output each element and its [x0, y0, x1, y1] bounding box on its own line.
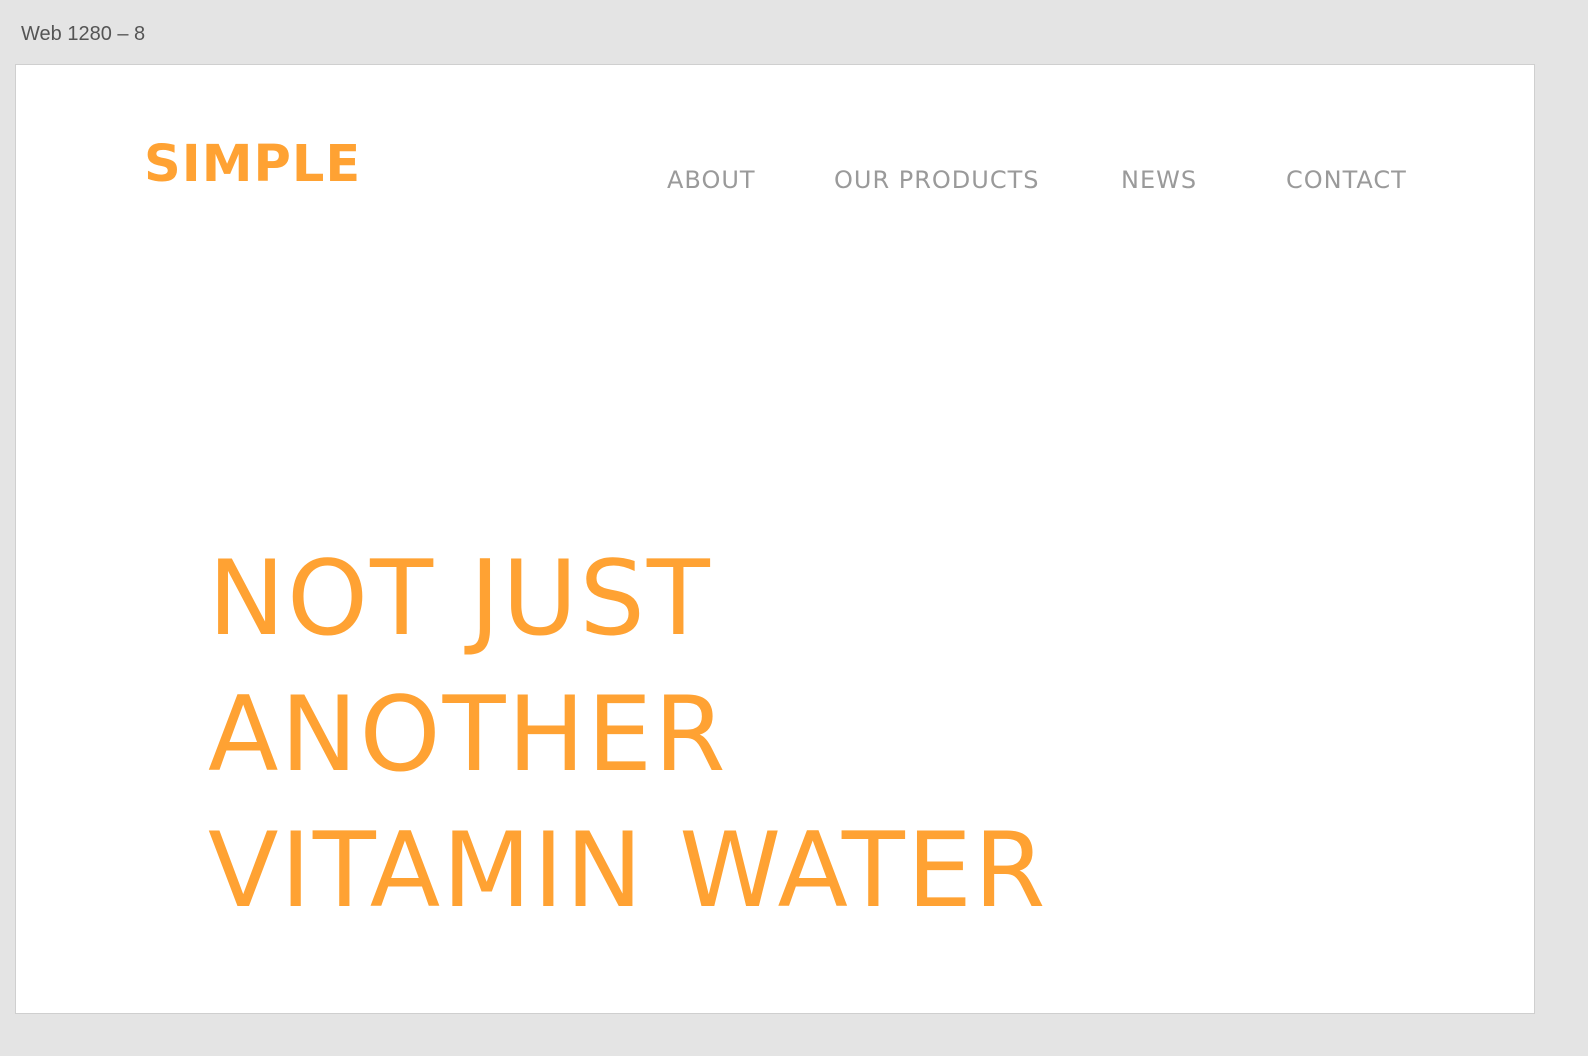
hero-line: ANOTHER — [208, 675, 728, 795]
artboard: SIMPLE ABOUT OUR PRODUCTS NEWS CONTACT N… — [15, 64, 1535, 1014]
nav-contact[interactable]: CONTACT — [1286, 168, 1407, 192]
main-nav: ABOUT OUR PRODUCTS NEWS CONTACT — [16, 168, 1534, 198]
nav-about[interactable]: ABOUT — [667, 168, 756, 192]
hero-line: NOT JUST — [208, 539, 712, 659]
nav-our-products[interactable]: OUR PRODUCTS — [834, 168, 1040, 192]
hero-headline: NOT JUST ANOTHER VITAMIN WATER — [208, 531, 1048, 939]
artboard-label[interactable]: Web 1280 – 8 — [21, 24, 145, 44]
nav-news[interactable]: NEWS — [1121, 168, 1197, 192]
hero-line: VITAMIN WATER — [208, 811, 1048, 931]
